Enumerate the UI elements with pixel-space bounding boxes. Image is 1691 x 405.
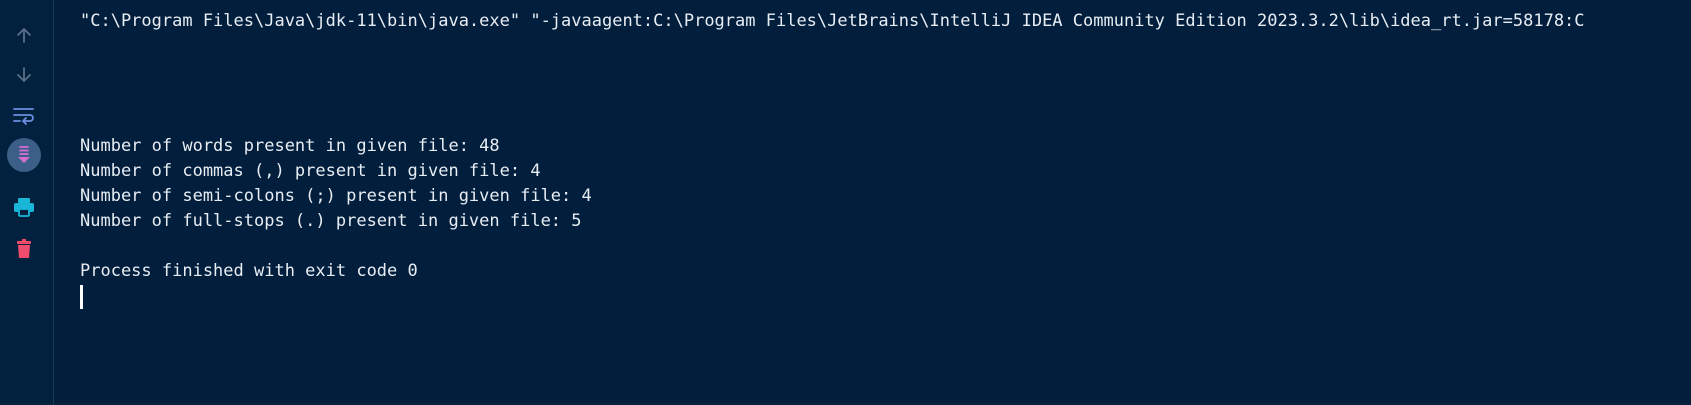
console-output[interactable]: "C:\Program Files\Java\jdk-11\bin\java.e…	[54, 0, 1691, 405]
trash-icon	[17, 239, 31, 258]
run-console-window: "C:\Program Files\Java\jdk-11\bin\java.e…	[0, 0, 1691, 405]
output-line: Number of commas (,) present in given fi…	[80, 161, 541, 181]
output-line: Number of words present in given file: 4…	[80, 136, 500, 156]
soft-wrap-icon	[13, 108, 34, 125]
clear-all-button[interactable]	[7, 232, 41, 266]
console-toolbar	[0, 0, 54, 405]
soft-wrap-button[interactable]	[7, 98, 41, 132]
output-line: Number of full-stops (.) present in give…	[80, 211, 582, 231]
up-arrow-icon	[17, 28, 31, 43]
down-arrow-icon	[17, 67, 31, 82]
scroll-to-end-icon	[18, 146, 30, 163]
down-stack-button[interactable]	[7, 58, 41, 92]
scroll-to-end-button[interactable]	[7, 138, 41, 172]
exit-message: Process finished with exit code 0	[80, 261, 418, 281]
text-caret	[80, 285, 83, 309]
print-button[interactable]	[7, 190, 41, 224]
command-line: "C:\Program Files\Java\jdk-11\bin\java.e…	[80, 11, 1585, 31]
output-line: Number of semi-colons (;) present in giv…	[80, 186, 592, 206]
up-stack-button[interactable]	[7, 18, 41, 52]
print-icon	[14, 198, 34, 217]
